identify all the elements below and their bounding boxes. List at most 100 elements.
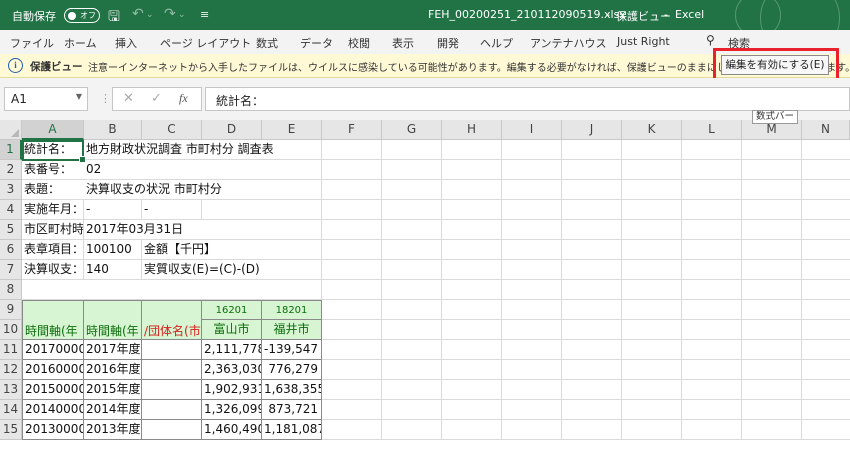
- column-header-h[interactable]: H: [442, 120, 502, 140]
- cell-a2[interactable]: 表番号：: [22, 160, 84, 180]
- cell-d14[interactable]: 1,326,099: [202, 400, 262, 420]
- enter-icon[interactable]: ✓: [151, 91, 162, 106]
- row-header[interactable]: 15: [0, 420, 22, 440]
- cell-e14[interactable]: 873,721: [262, 400, 322, 420]
- select-all-button[interactable]: [0, 120, 22, 140]
- tab-insert[interactable]: 挿入: [115, 35, 137, 51]
- tab-just-right[interactable]: Just Right: [617, 35, 670, 48]
- cell-a9-a10[interactable]: 時間軸(年: [22, 300, 84, 340]
- cell-a15[interactable]: 2013000000: [22, 420, 84, 440]
- tab-formulas[interactable]: 数式: [256, 35, 278, 51]
- row-header[interactable]: 11: [0, 340, 22, 360]
- cell-c6[interactable]: 金額【千円】: [142, 240, 216, 260]
- cell-c12[interactable]: [142, 360, 202, 380]
- cell-b5[interactable]: 2017年03月31日: [84, 220, 183, 240]
- save-icon[interactable]: 🖫: [108, 6, 120, 30]
- column-header-f[interactable]: F: [322, 120, 382, 140]
- cell-a4[interactable]: 実施年月：: [22, 200, 84, 220]
- cell-b11[interactable]: 2017年度: [84, 340, 142, 360]
- cell-d11[interactable]: 2,111,778: [202, 340, 262, 360]
- cell-b7[interactable]: 140: [84, 260, 142, 280]
- tab-review[interactable]: 校閲: [348, 35, 370, 51]
- cell-c13[interactable]: [142, 380, 202, 400]
- autosave-toggle[interactable]: オフ: [64, 8, 100, 23]
- cell-a6[interactable]: 表章項目：: [22, 240, 84, 260]
- row-header[interactable]: 6: [0, 240, 22, 260]
- cell-e13[interactable]: 1,638,355: [262, 380, 322, 400]
- cell-d12[interactable]: 2,363,030: [202, 360, 262, 380]
- name-box[interactable]: A1 ▼: [4, 87, 88, 111]
- column-header-j[interactable]: J: [562, 120, 622, 140]
- row-header[interactable]: 14: [0, 400, 22, 420]
- cell-b12[interactable]: 2016年度: [84, 360, 142, 380]
- tab-help[interactable]: ヘルプ: [480, 35, 513, 51]
- column-header-e[interactable]: E: [262, 120, 322, 140]
- cell-b4[interactable]: -: [84, 200, 142, 220]
- cell-c11[interactable]: [142, 340, 202, 360]
- cell-c4[interactable]: -: [142, 200, 202, 220]
- row-header[interactable]: 10: [0, 320, 22, 340]
- tab-file[interactable]: ファイル: [10, 35, 54, 51]
- column-header-g[interactable]: G: [382, 120, 442, 140]
- row-header[interactable]: 9: [0, 300, 22, 320]
- cell-d9[interactable]: 16201: [202, 300, 262, 320]
- cell-e12[interactable]: 776,279: [262, 360, 322, 380]
- formula-input[interactable]: 統計名：: [205, 87, 850, 111]
- row-header[interactable]: 1: [0, 140, 22, 160]
- column-header-b[interactable]: B: [84, 120, 142, 140]
- tab-page-layout[interactable]: ページ レイアウト: [160, 35, 251, 51]
- tab-developer[interactable]: 開発: [437, 35, 459, 51]
- search-icon[interactable]: ⚲: [706, 33, 715, 47]
- tab-antenna-house[interactable]: アンテナハウス: [530, 35, 607, 51]
- undo-dropdown-icon[interactable]: ⌄: [146, 10, 154, 20]
- redo-icon[interactable]: ↷: [164, 6, 176, 22]
- empty-cells[interactable]: [322, 140, 850, 440]
- cell-d13[interactable]: 1,902,931: [202, 380, 262, 400]
- cell-c9-c10[interactable]: /団体名(市: [142, 300, 202, 340]
- row-header[interactable]: 8: [0, 280, 22, 300]
- cell-d15[interactable]: 1,460,490: [202, 420, 262, 440]
- customize-icon[interactable]: ≡: [200, 8, 209, 21]
- row-header[interactable]: 5: [0, 220, 22, 240]
- cell-c7[interactable]: 実質収支(E)=(C)-(D): [142, 260, 260, 280]
- cell-a12[interactable]: 2016000000: [22, 360, 84, 380]
- row-header[interactable]: 2: [0, 160, 22, 180]
- insert-function-icon[interactable]: fx: [179, 91, 188, 106]
- cell-a13[interactable]: 2015000000: [22, 380, 84, 400]
- cell-b3[interactable]: 決算収支の状況 市町村分: [84, 180, 222, 200]
- column-header-a[interactable]: A: [22, 120, 84, 140]
- cell-a7[interactable]: 決算収支：: [22, 260, 84, 280]
- column-header-k[interactable]: K: [622, 120, 682, 140]
- row-header[interactable]: 7: [0, 260, 22, 280]
- row-header[interactable]: 13: [0, 380, 22, 400]
- cell-b9-b10[interactable]: 時間軸(年: [84, 300, 142, 340]
- cancel-icon[interactable]: ✕: [123, 91, 134, 106]
- worksheet-grid[interactable]: A B C D E F G H I J K L M N 1 2 3 4 5 6 …: [0, 120, 850, 454]
- row-header[interactable]: 3: [0, 180, 22, 200]
- undo-icon[interactable]: ↶: [132, 6, 144, 22]
- cell-b2[interactable]: 02: [84, 160, 142, 180]
- cell-a3[interactable]: 表題：: [22, 180, 84, 200]
- column-header-n[interactable]: N: [802, 120, 850, 140]
- redo-dropdown-icon[interactable]: ⌄: [178, 10, 186, 20]
- cell-d10[interactable]: 富山市: [202, 320, 262, 340]
- tab-data[interactable]: データ: [300, 35, 333, 51]
- cell-c15[interactable]: [142, 420, 202, 440]
- tab-view[interactable]: 表示: [392, 35, 414, 51]
- column-header-l[interactable]: L: [682, 120, 742, 140]
- column-header-d[interactable]: D: [202, 120, 262, 140]
- tab-home[interactable]: ホーム: [64, 35, 97, 51]
- row-header[interactable]: 12: [0, 360, 22, 380]
- row-header[interactable]: 4: [0, 200, 22, 220]
- cell-b1[interactable]: 地方財政状況調査 市町村分 調査表: [84, 140, 274, 160]
- formula-bar-splitter[interactable]: ⋮: [100, 92, 111, 105]
- cell-b14[interactable]: 2014年度: [84, 400, 142, 420]
- cell-e9[interactable]: 18201: [262, 300, 322, 320]
- cell-a11[interactable]: 2017000000: [22, 340, 84, 360]
- cell-a14[interactable]: 2014000000: [22, 400, 84, 420]
- cell-e15[interactable]: 1,181,087: [262, 420, 322, 440]
- cell-e11[interactable]: -139,547: [262, 340, 322, 360]
- chevron-down-icon[interactable]: ▼: [76, 92, 82, 101]
- cell-a5[interactable]: 市区町村時: [22, 220, 84, 240]
- cell-b15[interactable]: 2013年度: [84, 420, 142, 440]
